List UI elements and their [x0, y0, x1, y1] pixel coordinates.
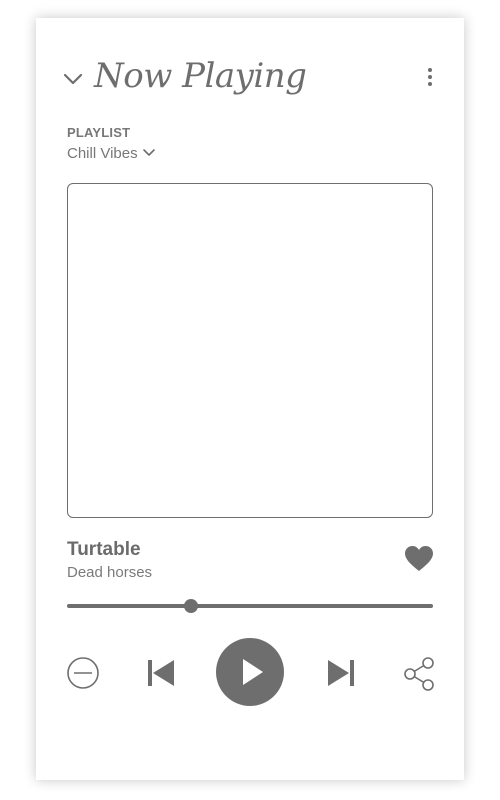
player-card: Now Playing PLAYLIST Chill Vibes Turtabl…: [36, 18, 464, 780]
progress-thumb[interactable]: [184, 599, 199, 613]
progress-slider[interactable]: [67, 598, 433, 614]
like-button[interactable]: [404, 545, 434, 573]
previous-track-button[interactable]: [146, 658, 176, 688]
next-track-button[interactable]: [326, 658, 356, 688]
playlist-label: PLAYLIST: [67, 125, 131, 140]
play-icon: [243, 659, 263, 685]
track-artist: Dead horses: [67, 564, 153, 581]
skip-previous-icon: [148, 660, 174, 686]
share-button[interactable]: [402, 656, 436, 692]
page-title: Now Playing: [94, 56, 307, 96]
remove-button[interactable]: [66, 656, 100, 690]
chevron-down-icon: [142, 149, 155, 156]
playlist-dropdown[interactable]: Chill Vibes: [67, 143, 156, 163]
album-artwork: [67, 183, 433, 518]
playlist-name: Chill Vibes: [67, 144, 138, 162]
track-title: Turtable: [67, 539, 141, 560]
share-icon: [404, 657, 434, 691]
collapse-button[interactable]: [62, 70, 84, 88]
play-button[interactable]: [216, 638, 284, 706]
more-options-button[interactable]: [420, 66, 440, 88]
heart-icon: [405, 546, 433, 571]
progress-track: [67, 604, 433, 608]
skip-next-icon: [328, 660, 354, 686]
more-vertical-icon: [428, 68, 432, 86]
chevron-down-icon: [63, 73, 83, 85]
remove-icon: [67, 657, 99, 689]
